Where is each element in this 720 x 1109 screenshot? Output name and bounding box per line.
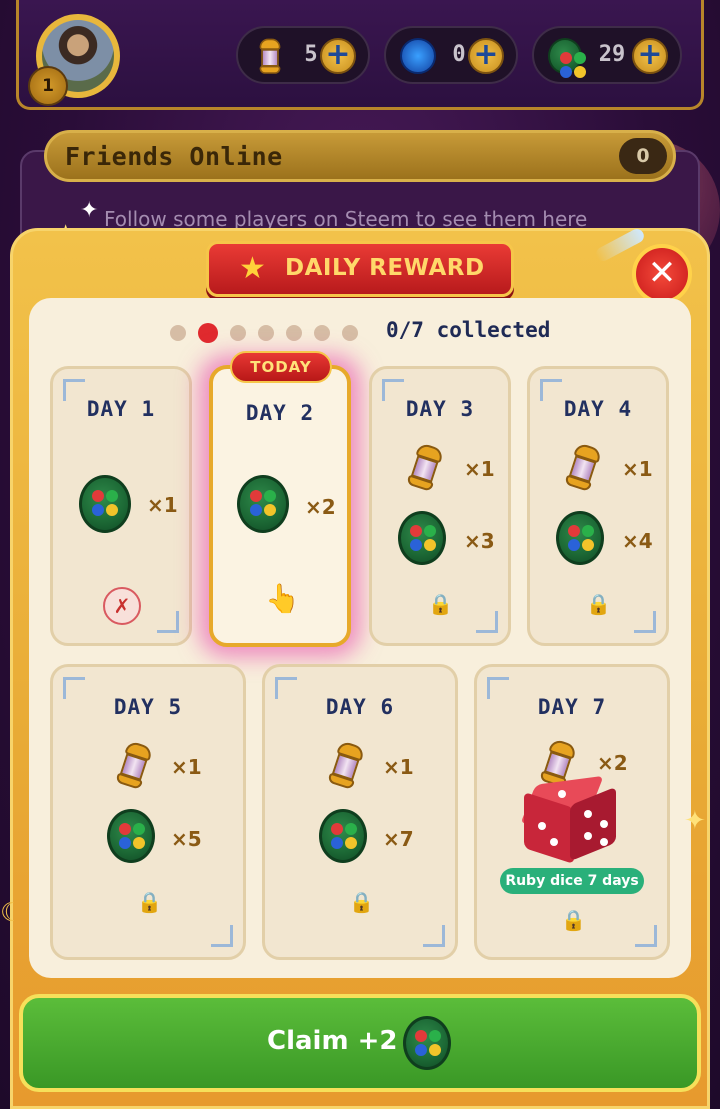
tap-hand-icon: 👆 [265,582,300,615]
lantern-icon [323,739,370,793]
reward-qty: ×4 [622,529,653,553]
coin-icon [548,38,584,74]
progress-dot-5 [286,325,302,341]
friends-online-title: Friends Online [65,142,283,171]
reward-qty: ×1 [171,755,202,779]
today-badge: TODAY [230,351,332,383]
day-card-5[interactable]: DAY 5 ×1 ×5 🔒 [50,664,246,960]
reward-qty: ×2 [597,751,628,775]
coin-icon [79,475,131,533]
lantern-icon [252,38,288,74]
add-coin-button[interactable]: + [632,38,668,74]
day-label: DAY 4 [563,397,633,421]
progress-dot-6 [314,325,330,341]
lantern-icon [560,441,607,495]
lantern-icon [111,739,158,793]
coin-icon [237,475,289,533]
add-lantern-button[interactable]: + [320,38,356,74]
steem-icon [400,38,436,74]
lock-icon: 🔒 [428,592,453,616]
coin-icon [398,511,446,565]
sparkle-icon: ✦ [80,198,99,223]
claim-button[interactable]: Claim +2 [19,994,701,1092]
coin-icon [107,809,155,863]
coin-icon [319,809,367,863]
lock-icon: 🔒 [349,890,374,914]
reward-qty: ×1 [622,457,653,481]
coin-icon [556,511,604,565]
day-card-1[interactable]: DAY 1 ×1 ✗ [50,366,192,646]
progress-dot-2 [198,323,218,343]
day-label: DAY 2 [245,401,315,425]
friends-online-count: 0 [619,138,667,174]
reward-qty: ×5 [171,827,202,851]
progress-dot-3 [230,325,246,341]
coin-icon [403,1016,451,1070]
day-card-4[interactable]: DAY 4 ×1 ×4 🔒 [527,366,669,646]
claim-label: Claim +2 [267,1026,398,1056]
reward-qty: ×1 [464,457,495,481]
missed-icon: ✗ [103,587,141,625]
lantern-icon [402,441,449,495]
reward-qty: ×2 [305,495,336,519]
reward-qty: ×1 [383,755,414,779]
day-label: DAY 1 [86,397,156,421]
day-label: DAY 3 [405,397,475,421]
ruby-dice-tag: Ruby dice 7 days [500,868,644,894]
friends-online-bar[interactable]: Friends Online 0 [44,130,676,182]
progress-dot-1 [170,325,186,341]
day-label: DAY 5 [113,695,183,719]
star-icon: ★ [239,251,266,286]
lock-icon: 🔒 [137,890,162,914]
day-card-2[interactable]: DAY 2 ×2 👆 [209,365,351,647]
ruby-dice-icon [520,775,620,866]
collected-counter: 0/7 collected [386,318,551,342]
moon-icon: ☾ [0,898,24,928]
daily-reward-banner: ★ DAILY REWARD [206,241,514,297]
resource-lantern: 5 + [236,26,370,84]
level-badge: 1 [28,66,68,106]
add-steem-button[interactable]: + [468,38,504,74]
reward-qty: ×7 [383,827,414,851]
day-label: DAY 6 [325,695,395,719]
reward-qty: ×3 [464,529,495,553]
progress-dot-7 [342,325,358,341]
day-card-6[interactable]: DAY 6 ×1 ×7 🔒 [262,664,458,960]
sparkle-icon: ✦ [684,806,706,836]
lock-icon: 🔒 [586,592,611,616]
lock-icon: 🔒 [561,908,586,932]
resource-steem: 0 + [384,26,518,84]
progress-dot-4 [258,325,274,341]
day-card-3[interactable]: DAY 3 ×1 ×3 🔒 [369,366,511,646]
close-button[interactable]: ✕ [632,244,692,304]
resource-coin: 29 + [532,26,682,84]
day-label: DAY 7 [537,695,607,719]
modal-title: DAILY REWARD [285,255,485,281]
reward-qty: ×1 [147,493,178,517]
coin-count: 29 [598,42,626,67]
